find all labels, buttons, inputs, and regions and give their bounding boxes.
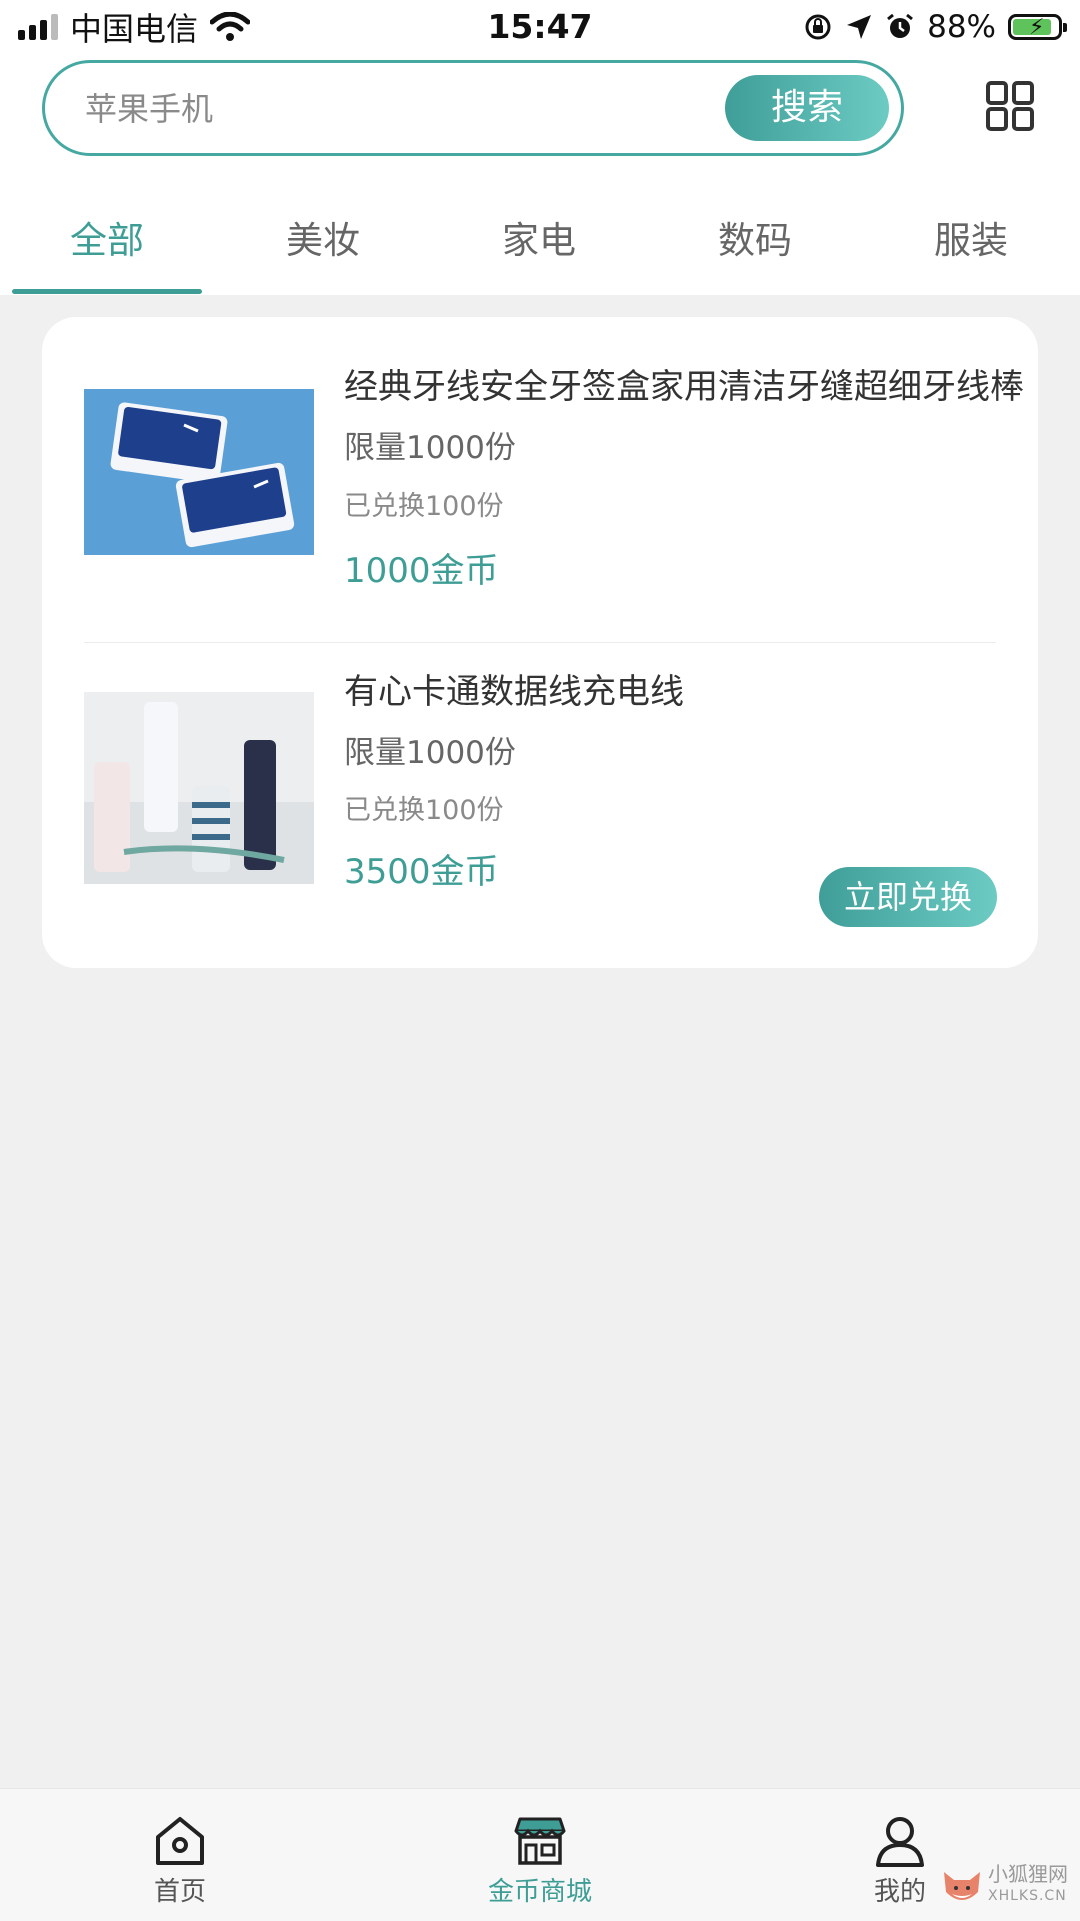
product-title: 有心卡通数据线充电线 <box>344 672 684 712</box>
home-icon <box>156 1817 204 1865</box>
divider <box>84 642 996 643</box>
product-item[interactable]: 经典牙线安全牙签盒家用清洁牙缝超细牙线棒 限量1000份 已兑换100份 100… <box>42 317 1038 597</box>
fox-logo-icon <box>944 1872 980 1900</box>
grid-view-icon[interactable] <box>985 80 1037 132</box>
search-input[interactable] <box>83 63 727 155</box>
orientation-lock-icon <box>805 14 831 40</box>
alarm-icon <box>887 13 914 38</box>
tab-beauty[interactable]: 美妆 <box>228 210 418 264</box>
dental-floss-box-image <box>84 389 314 555</box>
battery-percent: 88% <box>927 9 996 45</box>
location-icon <box>847 15 872 39</box>
user-icon <box>876 1817 924 1867</box>
product-price: 3500金币 <box>344 852 499 892</box>
product-exchanged: 已兑换100份 <box>344 795 504 826</box>
product-exchanged: 已兑换100份 <box>344 491 504 522</box>
category-tabs: 全部 美妆 家电 数码 服装 <box>0 180 1080 295</box>
search-bar: 搜索 <box>42 60 904 156</box>
watermark-text: 小狐狸网 <box>988 1862 1068 1886</box>
product-limit: 限量1000份 <box>344 430 516 466</box>
nav-home-label: 首页 <box>153 1877 206 1907</box>
watermark-url: XHLKS.CN <box>988 1888 1067 1904</box>
product-title: 经典牙线安全牙签盒家用清洁牙缝超细牙线棒 <box>344 367 1024 407</box>
product-limit: 限量1000份 <box>344 735 516 771</box>
battery-charging-icon: ⚡ <box>1008 14 1067 40</box>
nav-store[interactable]: 金币商城 <box>440 1789 640 1921</box>
tab-all[interactable]: 全部 <box>12 210 202 264</box>
watermark: 小狐狸网 XHLKS.CN <box>940 1856 1080 1920</box>
tab-digital[interactable]: 数码 <box>660 210 850 264</box>
product-price: 1000金币 <box>344 551 499 591</box>
cartoon-charging-cable-image <box>84 692 314 884</box>
product-list-card: 经典牙线安全牙签盒家用清洁牙缝超细牙线棒 限量1000份 已兑换100份 100… <box>42 317 1038 968</box>
nav-home[interactable]: 首页 <box>80 1789 280 1921</box>
active-tab-indicator <box>12 289 202 294</box>
status-bar: 中国电信 15:47 88% ⚡ <box>0 0 1080 54</box>
bottom-nav: 首页 金币商城 我的 <box>0 1788 1080 1921</box>
tab-appliances[interactable]: 家电 <box>444 210 634 264</box>
redeem-button[interactable]: 立即兑换 <box>819 867 997 927</box>
tab-clothing[interactable]: 服装 <box>876 210 1066 264</box>
nav-store-label: 金币商城 <box>487 1877 592 1907</box>
store-icon <box>514 1817 566 1865</box>
search-button[interactable]: 搜索 <box>725 75 889 141</box>
